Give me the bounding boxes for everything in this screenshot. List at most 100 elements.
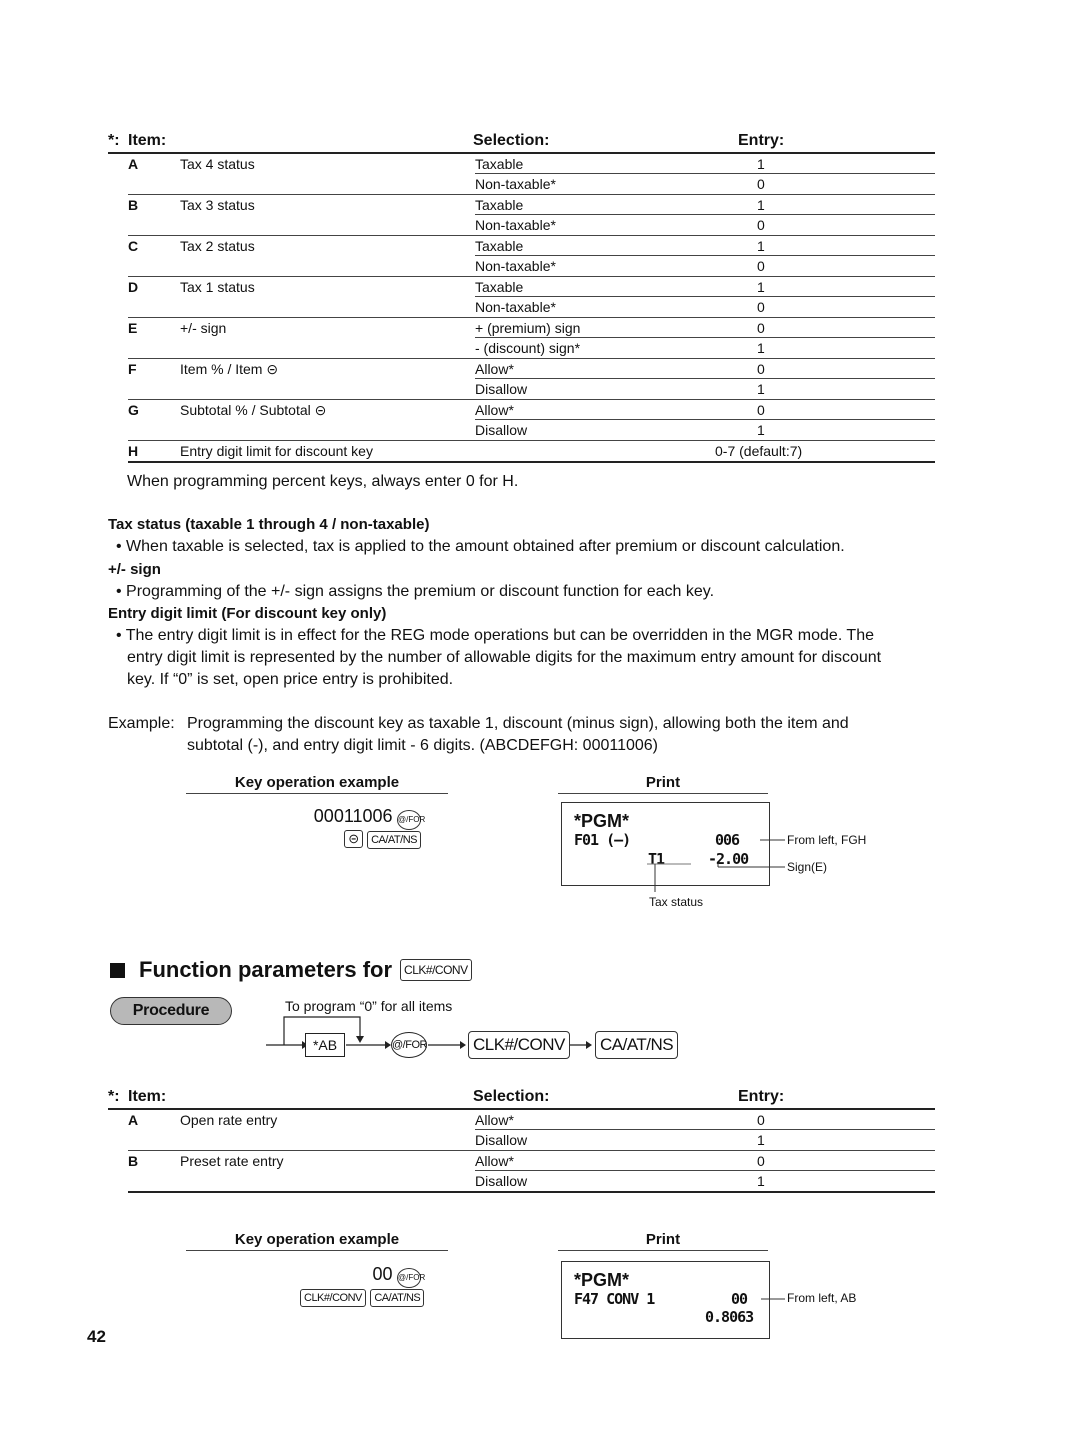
ca-at-ns-key-2[interactable]: CA/AT/NS bbox=[370, 1289, 425, 1307]
selection-cell: Non-taxable* bbox=[475, 176, 556, 192]
entry-cell: 0 bbox=[757, 320, 765, 336]
flow-ab-box[interactable]: *AB bbox=[305, 1033, 345, 1057]
square-bullet-icon bbox=[110, 962, 125, 978]
key-sequence-2b: CLK#/CONV CA/AT/NS bbox=[300, 1288, 425, 1307]
arrow-head bbox=[460, 1041, 466, 1049]
entry-cell: 1 bbox=[757, 381, 765, 397]
table-row: E +/- sign + (premium) sign 0 - (discount) s… bbox=[128, 318, 935, 359]
entry-cell: 1 bbox=[757, 238, 765, 254]
selection-cell: Taxable bbox=[475, 279, 524, 295]
option-row: Non-taxable* 0 bbox=[128, 174, 935, 194]
item-description: Tax 4 status bbox=[180, 156, 255, 172]
for-key[interactable]: @/FOR bbox=[397, 810, 425, 830]
option-row: Non-taxable* 0 bbox=[128, 215, 935, 235]
selection-cell: Taxable bbox=[475, 156, 524, 172]
selection-cell: Allow* bbox=[475, 361, 514, 377]
item-description: Item % / Item ⊝ bbox=[180, 361, 279, 377]
entry-cell: 1 bbox=[757, 340, 765, 356]
clk-conv-key-2[interactable]: CLK#/CONV bbox=[300, 1289, 366, 1307]
flow-for-key[interactable]: @/FOR bbox=[391, 1032, 427, 1058]
header-entry: Entry: bbox=[738, 1088, 785, 1105]
option-row: Non-taxable* 0 bbox=[128, 256, 935, 276]
entry-cell: 0-7 (default:7) bbox=[715, 443, 803, 459]
option-row: B Tax 3 status Taxable 1 bbox=[128, 195, 935, 215]
item-description: Tax 3 status bbox=[180, 197, 255, 213]
selection-cell: Non-taxable* bbox=[475, 299, 556, 315]
flow-clk-conv-key[interactable]: CLK#/CONV bbox=[468, 1031, 570, 1059]
digit-limit-bullet-2: entry digit limit is represented by the … bbox=[127, 649, 882, 666]
table-row: G Subtotal % / Subtotal ⊝ Allow* 0 Disallow 1 bbox=[128, 400, 935, 441]
item-code: C bbox=[128, 238, 139, 254]
table-header: *: Item: Selection: Entry: bbox=[108, 1086, 935, 1110]
entry-cell: 0 bbox=[757, 299, 765, 315]
key-operation-title: Key operation example bbox=[186, 774, 448, 794]
selection-cell: Taxable bbox=[475, 238, 524, 254]
procedure-badge: Procedure bbox=[110, 997, 232, 1025]
ca-at-ns-key[interactable]: CA/AT/NS bbox=[367, 831, 421, 849]
entry-cell: 1 bbox=[757, 1173, 765, 1189]
entry-value-2: 00 bbox=[372, 1264, 393, 1284]
digit-limit-bullet-1: • The entry digit limit is in effect for… bbox=[116, 627, 874, 644]
tax-parameter-table: *: Item: Selection: Entry: A Tax 4 status… bbox=[108, 130, 935, 463]
example-line-2: subtotal (-), and entry digit limit - 6 … bbox=[187, 737, 658, 754]
sign-bullet: • Programming of the +/- sign assigns th… bbox=[116, 583, 715, 600]
tax-status-bullet: • When taxable is selected, tax is appli… bbox=[116, 538, 845, 555]
option-row: Disallow 1 bbox=[128, 420, 935, 440]
selection-cell: Disallow bbox=[475, 1173, 528, 1189]
option-row: A Open rate entry Allow* 0 bbox=[128, 1110, 935, 1130]
tax-status-heading: Tax status (taxable 1 through 4 / non-ta… bbox=[108, 516, 430, 533]
key-operation-title-2: Key operation example bbox=[186, 1231, 448, 1251]
item-description: Tax 1 status bbox=[180, 279, 255, 295]
option-row: B Preset rate entry Allow* 0 bbox=[128, 1151, 935, 1171]
table-row: B Preset rate entry Allow* 0 Disallow 1 bbox=[128, 1151, 935, 1193]
header-selection: Selection: bbox=[473, 132, 550, 149]
table-header: *: Item: Selection: Entry: bbox=[108, 130, 935, 154]
section-title-text: Function parameters for bbox=[139, 957, 393, 982]
annotation-tax-status: Tax status bbox=[649, 895, 704, 909]
entry-cell: 1 bbox=[757, 1132, 765, 1148]
option-row: A Tax 4 status Taxable 1 bbox=[128, 154, 935, 174]
selection-cell: Disallow bbox=[475, 422, 528, 438]
item-code: G bbox=[128, 402, 139, 418]
header-entry: Entry: bbox=[738, 132, 785, 149]
option-row: - (discount) sign* 1 bbox=[128, 338, 935, 358]
item-description: Tax 2 status bbox=[180, 238, 255, 254]
selection-cell: Allow* bbox=[475, 402, 514, 418]
item-description: Open rate entry bbox=[180, 1112, 278, 1128]
arrow-head bbox=[586, 1041, 592, 1049]
item-code: B bbox=[128, 197, 139, 213]
digit-limit-bullet-3: key. If “0” is set, open price entry is … bbox=[127, 671, 454, 688]
table-row: B Tax 3 status Taxable 1 Non-taxable* 0 bbox=[128, 195, 935, 236]
entry-cell: 0 bbox=[757, 217, 765, 233]
entry-cell: 0 bbox=[757, 176, 765, 192]
item-description: Subtotal % / Subtotal ⊝ bbox=[180, 402, 327, 418]
arrow-head bbox=[356, 1036, 364, 1043]
item-code: B bbox=[128, 1153, 139, 1169]
option-row: C Tax 2 status Taxable 1 bbox=[128, 236, 935, 256]
item-description: +/- sign bbox=[180, 320, 227, 336]
example-line-1: Programming the discount key as taxable … bbox=[187, 715, 849, 732]
entry-cell: 0 bbox=[757, 1112, 765, 1128]
entry-cell: 1 bbox=[757, 197, 765, 213]
item-description: Preset rate entry bbox=[180, 1153, 284, 1169]
section-title: Function parameters for CLK#/CONV bbox=[110, 957, 472, 983]
annotation-fgh: From left, FGH bbox=[787, 833, 867, 847]
entry-cell: 0 bbox=[757, 361, 765, 377]
entry-value: 00011006 bbox=[313, 806, 393, 826]
example-label: Example: bbox=[108, 715, 175, 732]
option-row: H Entry digit limit for discount key 0-7 (… bbox=[128, 441, 935, 461]
for-key-2[interactable]: @/FOR bbox=[397, 1268, 425, 1288]
option-row: Disallow 1 bbox=[128, 379, 935, 399]
table-row: H Entry digit limit for discount key 0-7 (… bbox=[128, 441, 935, 463]
rate-parameter-table: *: Item: Selection: Entry: A Open rate en… bbox=[108, 1086, 935, 1193]
minus-key[interactable]: ⊝ bbox=[344, 830, 363, 848]
digit-limit-heading: Entry digit limit (For discount key only… bbox=[108, 605, 387, 622]
selection-cell: Allow* bbox=[475, 1112, 514, 1128]
entry-cell: 1 bbox=[757, 156, 765, 172]
header-item: Item: bbox=[128, 132, 167, 149]
option-row: D Tax 1 status Taxable 1 bbox=[128, 277, 935, 297]
table-row: D Tax 1 status Taxable 1 Non-taxable* 0 bbox=[128, 277, 935, 318]
flow-ca-at-ns-key[interactable]: CA/AT/NS bbox=[595, 1031, 679, 1059]
table-row: F Item % / Item ⊝ Allow* 0 Disallow 1 bbox=[128, 359, 935, 400]
item-code: A bbox=[128, 1112, 139, 1128]
